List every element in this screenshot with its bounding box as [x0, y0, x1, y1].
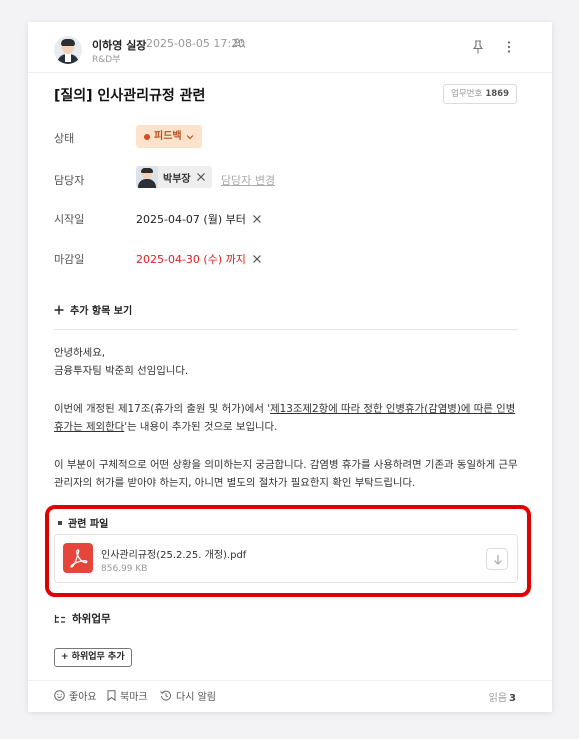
- read-label: 읽음: [488, 693, 508, 704]
- file-name[interactable]: 인사관리규정(25.2.25. 개정).pdf: [101, 546, 246, 561]
- download-button[interactable]: [486, 548, 508, 570]
- due-date-field[interactable]: 2025-04-30 (수) 까지: [136, 251, 262, 267]
- body-intro: 금융투자팀 박준희 선임입니다.: [54, 365, 189, 377]
- assignee-avatar: [136, 166, 158, 188]
- start-date-field[interactable]: 2025-04-07 (월) 부터: [136, 211, 262, 227]
- subtasks-label: 하위업무: [72, 613, 111, 625]
- download-icon: [494, 555, 502, 565]
- status-dot-icon: [144, 133, 150, 140]
- post-header: 이하영 실장 2025-08-05 17:20 R&D부: [28, 22, 552, 72]
- body-p2-prefix: 이번에 개정된 제17조(휴가의 출원 및 허가)에서 ': [54, 403, 271, 415]
- post-title: [질의] 인사관리규정 관련: [54, 88, 206, 104]
- remove-assignee-icon[interactable]: [196, 172, 206, 182]
- body-greeting: 안녕하세요,: [54, 347, 106, 359]
- due-date-label: 마감일: [54, 253, 85, 266]
- due-date-value: 2025-04-30 (수) 까지: [136, 253, 246, 266]
- assignee-chip[interactable]: 박부장: [136, 166, 212, 188]
- show-more-fields-button[interactable]: 추가 항목 보기: [54, 302, 132, 317]
- header-divider: [28, 72, 552, 73]
- plus-icon: [54, 305, 64, 314]
- author-name[interactable]: 이하영 실장: [92, 37, 146, 53]
- footer-divider: [28, 680, 552, 681]
- clear-due-date-icon[interactable]: [252, 254, 262, 264]
- assignee-name: 박부장: [163, 173, 191, 185]
- bullet-icon: [58, 520, 62, 525]
- bookmark-button[interactable]: 북마크: [107, 688, 148, 703]
- body-paragraph-2: 이번에 개정된 제17조(휴가의 출원 및 허가)에서 '제13조제2항에 따라…: [54, 400, 524, 436]
- add-subtask-button[interactable]: + 하위업무 추가: [54, 648, 132, 667]
- body-p2-suffix: '는 내용이 추가된 것으로 보입니다.: [124, 421, 278, 433]
- content-divider: [54, 329, 518, 330]
- assignee-label: 담당자: [54, 174, 85, 187]
- like-button[interactable]: 좋아요: [54, 688, 97, 703]
- read-count[interactable]: 읽음 3: [489, 689, 516, 704]
- body-paragraph-3: 이 부분이 구체적으로 어떤 상황을 의미하는지 궁금합니다. 감염병 휴가를 …: [54, 459, 518, 489]
- smile-icon: [54, 690, 65, 701]
- remind-button[interactable]: 다시 알림: [160, 688, 216, 703]
- status-label: 상태: [54, 132, 75, 145]
- related-files-title: 관련 파일: [58, 515, 108, 530]
- task-number-label: 업무번호: [451, 89, 483, 99]
- chevron-down-icon: [186, 134, 194, 139]
- author-department: R&D부: [92, 55, 121, 65]
- show-more-fields-label: 추가 항목 보기: [70, 306, 133, 317]
- task-number-badge: 업무번호 1869: [443, 84, 517, 104]
- post-date: 2025-08-05 17:20: [146, 37, 246, 50]
- start-date-label: 시작일: [54, 213, 85, 226]
- file-size: 856.99 KB: [101, 564, 148, 574]
- task-number-value: 1869: [485, 89, 509, 99]
- participants-icon[interactable]: [233, 38, 245, 48]
- start-date-value: 2025-04-07 (월) 부터: [136, 213, 246, 226]
- subtask-tree-icon: [54, 614, 65, 623]
- post-body: 안녕하세요, 금융투자팀 박준희 선임입니다.: [54, 344, 524, 380]
- pin-icon[interactable]: [472, 40, 484, 54]
- remind-icon: [160, 690, 171, 701]
- bookmark-label: 북마크: [120, 692, 148, 703]
- remind-label: 다시 알림: [176, 692, 216, 703]
- status-value: 피드백: [154, 131, 182, 142]
- more-options-icon[interactable]: [506, 40, 512, 54]
- file-attachment[interactable]: 인사관리규정(25.2.25. 개정).pdf 856.99 KB: [54, 534, 518, 583]
- task-detail-card: 이하영 실장 2025-08-05 17:20 R&D부 [질의] 인사관리규정…: [28, 22, 552, 712]
- author-avatar[interactable]: [54, 36, 82, 64]
- related-files-label: 관련 파일: [68, 519, 109, 530]
- bookmark-icon: [107, 690, 116, 701]
- status-dropdown[interactable]: 피드백: [136, 125, 202, 148]
- change-assignee-link[interactable]: 담당자 변경: [221, 172, 275, 188]
- like-label: 좋아요: [69, 692, 97, 703]
- pdf-icon: [63, 543, 93, 573]
- subtasks-title: 하위업무: [54, 611, 111, 626]
- clear-start-date-icon[interactable]: [252, 214, 262, 224]
- read-count-value: 3: [509, 693, 516, 704]
